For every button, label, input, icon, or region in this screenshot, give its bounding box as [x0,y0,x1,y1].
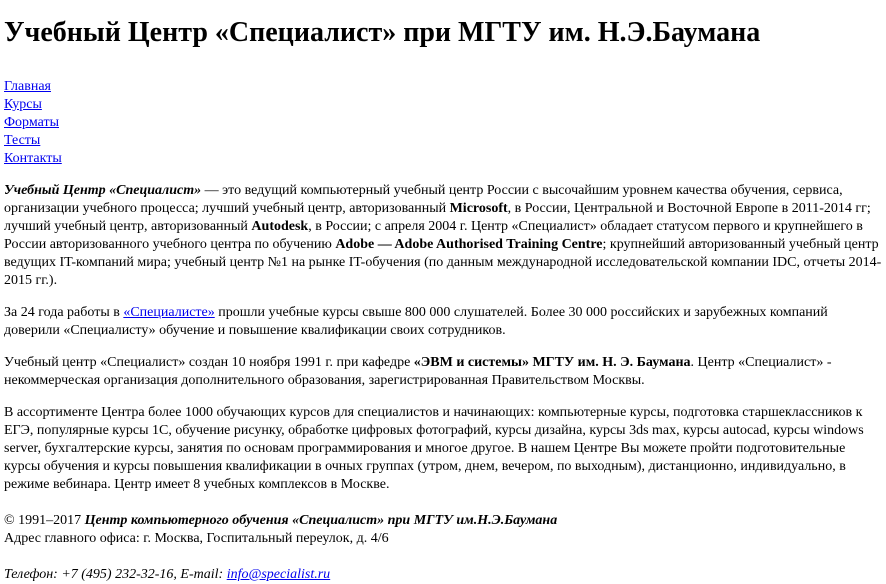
center-name: Учебный Центр «Специалист» [4,183,202,198]
history-text-1: За 24 года работы в [4,305,124,320]
nav-link-formats[interactable]: Форматы [4,114,882,132]
nav-link-courses[interactable]: Курсы [4,96,882,114]
copyright-line: © 1991–2017 Центр компьютерного обучения… [4,512,882,530]
department-name: «ЭВМ и системы» МГТУ им. Н. Э. Баумана [413,355,691,370]
intro-paragraph: Учебный Центр «Специалист» — это ведущий… [4,182,882,290]
nav-link-tests[interactable]: Тесты [4,132,882,150]
founding-paragraph: Учебный центр «Специалист» создан 10 ноя… [4,354,882,390]
contacts-line: Телефон: +7 (495) 232-32-16, E-mail: inf… [4,566,882,584]
microsoft-name: Microsoft [449,201,508,216]
nav-link-home[interactable]: Главная [4,78,882,96]
copyright-text: © 1991–2017 [4,513,85,528]
nav-link-contacts[interactable]: Контакты [4,150,882,168]
courses-paragraph: В ассортименте Центра более 1000 обучающ… [4,405,864,492]
email-link[interactable]: info@specialist.ru [227,567,331,582]
phone-text: Телефон: +7 (495) 232-32-16, E-mail: [4,567,227,582]
autodesk-name: Autodesk [251,219,309,234]
address-line: Адрес главного офиса: г. Москва, Госпита… [4,531,389,546]
history-paragraph: За 24 года работы в «Специалисте» прошли… [4,304,882,340]
footer: © 1991–2017 Центр компьютерного обучения… [4,512,882,584]
page: Учебный Центр «Специалист» при МГТУ им. … [0,0,886,584]
page-title: Учебный Центр «Специалист» при МГТУ им. … [4,17,761,48]
adobe-name: Adobe — Adobe Authorised Training Centre [335,237,603,252]
main-nav: Главная Курсы Форматы Тесты Контакты [4,78,882,168]
founding-text-1: Учебный центр «Специалист» создан 10 ноя… [4,355,414,370]
specialist-link[interactable]: «Специалисте» [123,305,214,320]
org-name: Центр компьютерного обучения «Специалист… [84,513,558,528]
